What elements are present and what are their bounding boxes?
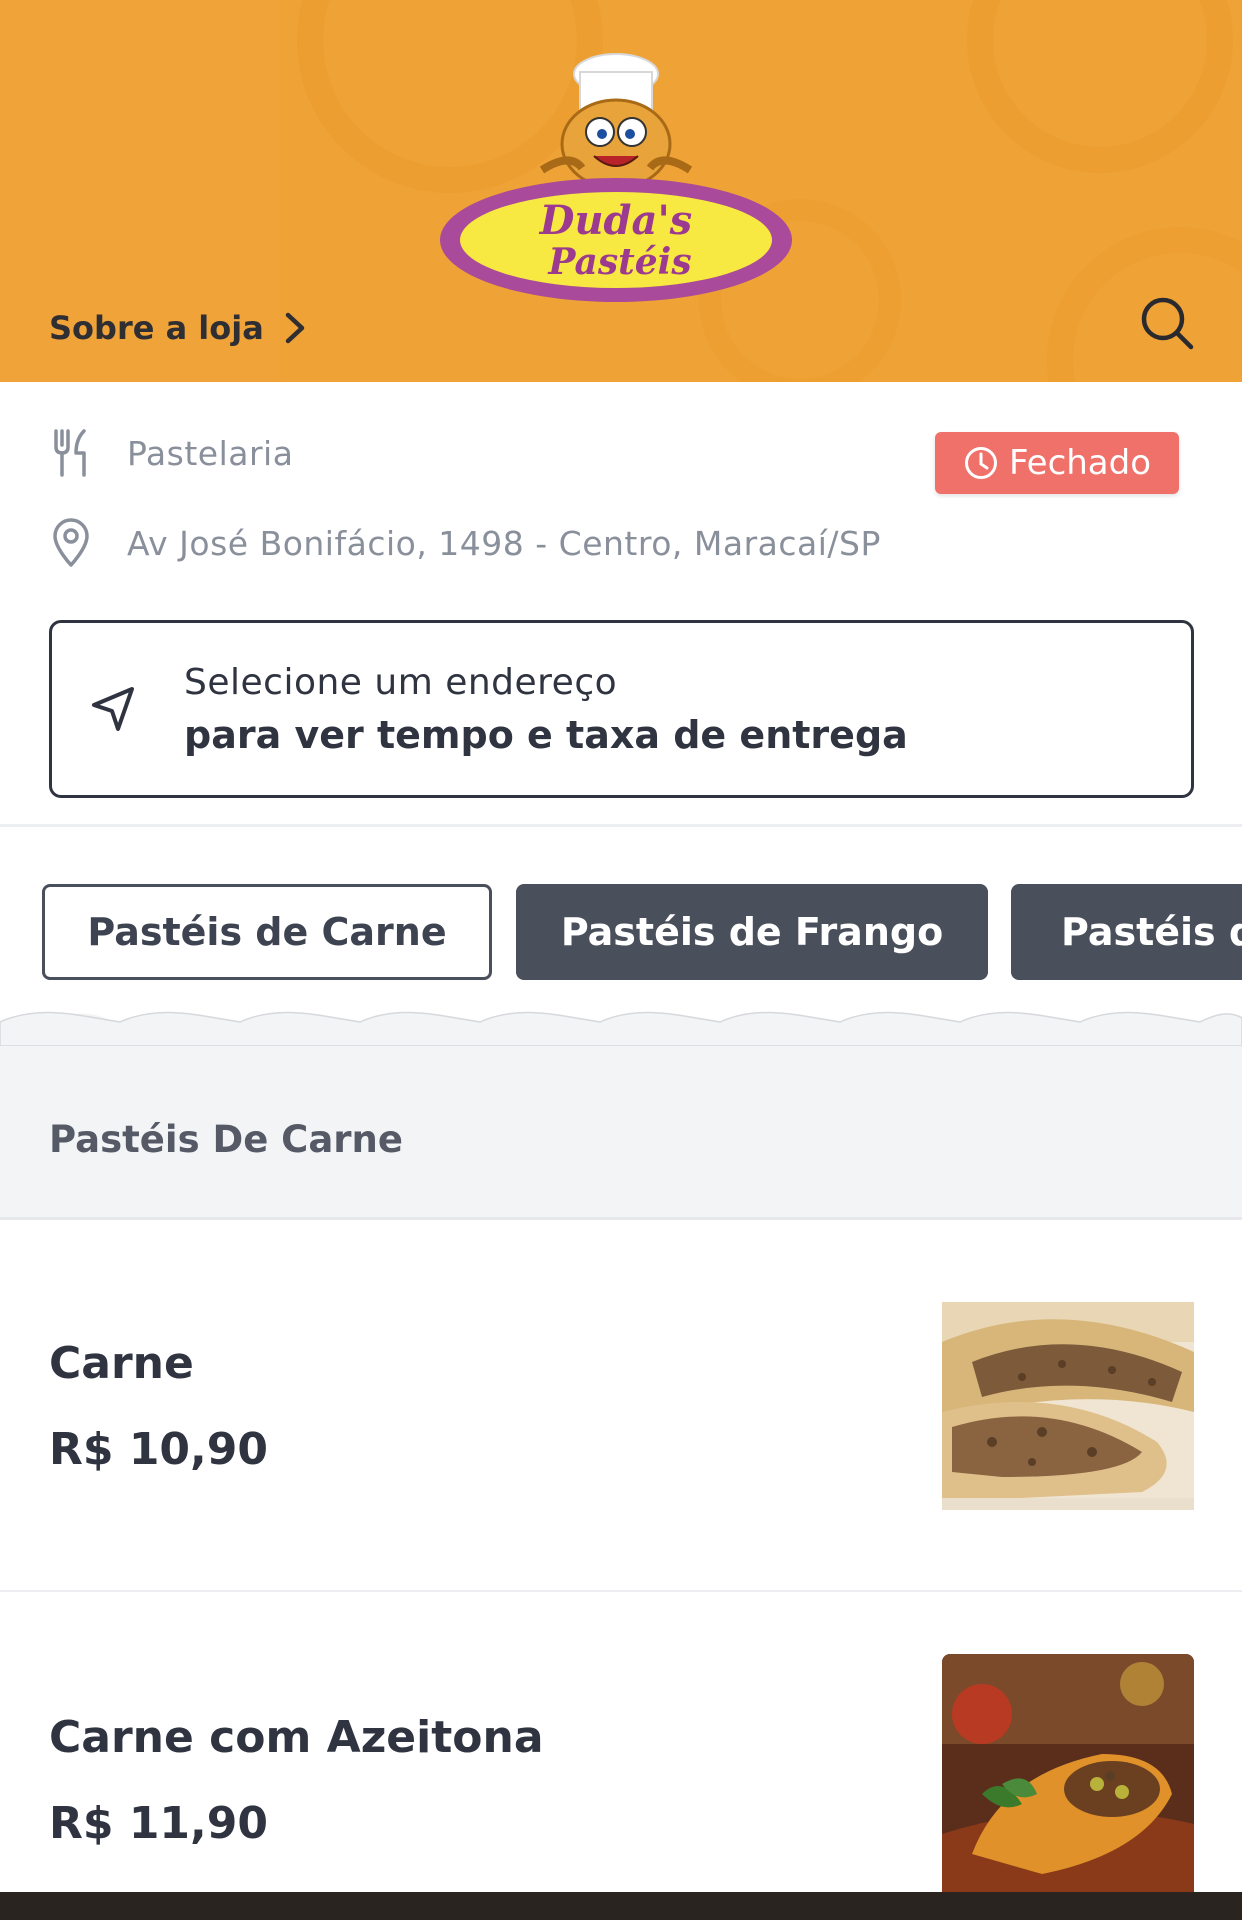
tab-pasteis-de-frango[interactable]: Pastéis de Frango bbox=[516, 884, 988, 980]
store-address: Av José Bonifácio, 1498 - Centro, Maraca… bbox=[127, 523, 881, 563]
store-header: Duda's Pastéis Sobre a loja bbox=[0, 0, 1242, 382]
address-prompt-line2: para ver tempo e taxa de entrega bbox=[184, 712, 908, 757]
chevron-right-icon bbox=[285, 312, 305, 344]
clock-icon bbox=[964, 447, 997, 479]
status-badge: Fechado bbox=[935, 432, 1179, 494]
select-address-button[interactable]: Selecione um endereço para ver tempo e t… bbox=[49, 620, 1194, 798]
logo-text-line2: Pastéis bbox=[547, 241, 691, 283]
product-image-carne bbox=[942, 1302, 1194, 1510]
product-item[interactable]: Carne com Azeitona R$ 11,90 bbox=[0, 1592, 1242, 1892]
store-logo: Duda's Pastéis bbox=[440, 53, 792, 302]
scalloped-edge bbox=[0, 1006, 1242, 1046]
search-icon[interactable] bbox=[1138, 294, 1196, 352]
tab-pasteis-de-carne[interactable]: Pastéis de Carne bbox=[42, 884, 492, 980]
navigation-arrow-icon bbox=[92, 687, 134, 731]
product-price: R$ 10,90 bbox=[49, 1424, 268, 1475]
address-prompt-line1: Selecione um endereço bbox=[184, 661, 618, 703]
status-text: Fechado bbox=[1008, 443, 1152, 483]
product-image-carne-azeitona bbox=[942, 1654, 1194, 1892]
utensils-icon bbox=[49, 428, 93, 478]
map-pin-icon bbox=[49, 518, 93, 568]
store-category: Pastelaria bbox=[127, 433, 294, 473]
product-name: Carne bbox=[49, 1338, 194, 1389]
store-address-row: Av José Bonifácio, 1498 - Centro, Maraca… bbox=[49, 518, 881, 568]
logo-text-line1: Duda's bbox=[539, 197, 692, 244]
section-header: Pastéis De Carne bbox=[0, 1006, 1242, 1218]
product-name: Carne com Azeitona bbox=[49, 1712, 544, 1763]
about-store-label: Sobre a loja bbox=[49, 309, 264, 347]
address-prompt: Selecione um endereço para ver tempo e t… bbox=[184, 662, 908, 757]
product-item[interactable]: Carne R$ 10,90 bbox=[0, 1220, 1242, 1592]
store-category-row: Pastelaria bbox=[49, 428, 293, 478]
bottom-edge bbox=[0, 1892, 1242, 1920]
product-price: R$ 11,90 bbox=[49, 1798, 268, 1849]
info-divider bbox=[0, 824, 1242, 827]
section-title: Pastéis De Carne bbox=[49, 1118, 403, 1161]
about-store-link[interactable]: Sobre a loja bbox=[49, 300, 308, 356]
tab-pasteis-de[interactable]: Pastéis de bbox=[1011, 884, 1242, 980]
category-tabs: Pastéis de Carne Pastéis de Frango Pasté… bbox=[0, 884, 1242, 982]
